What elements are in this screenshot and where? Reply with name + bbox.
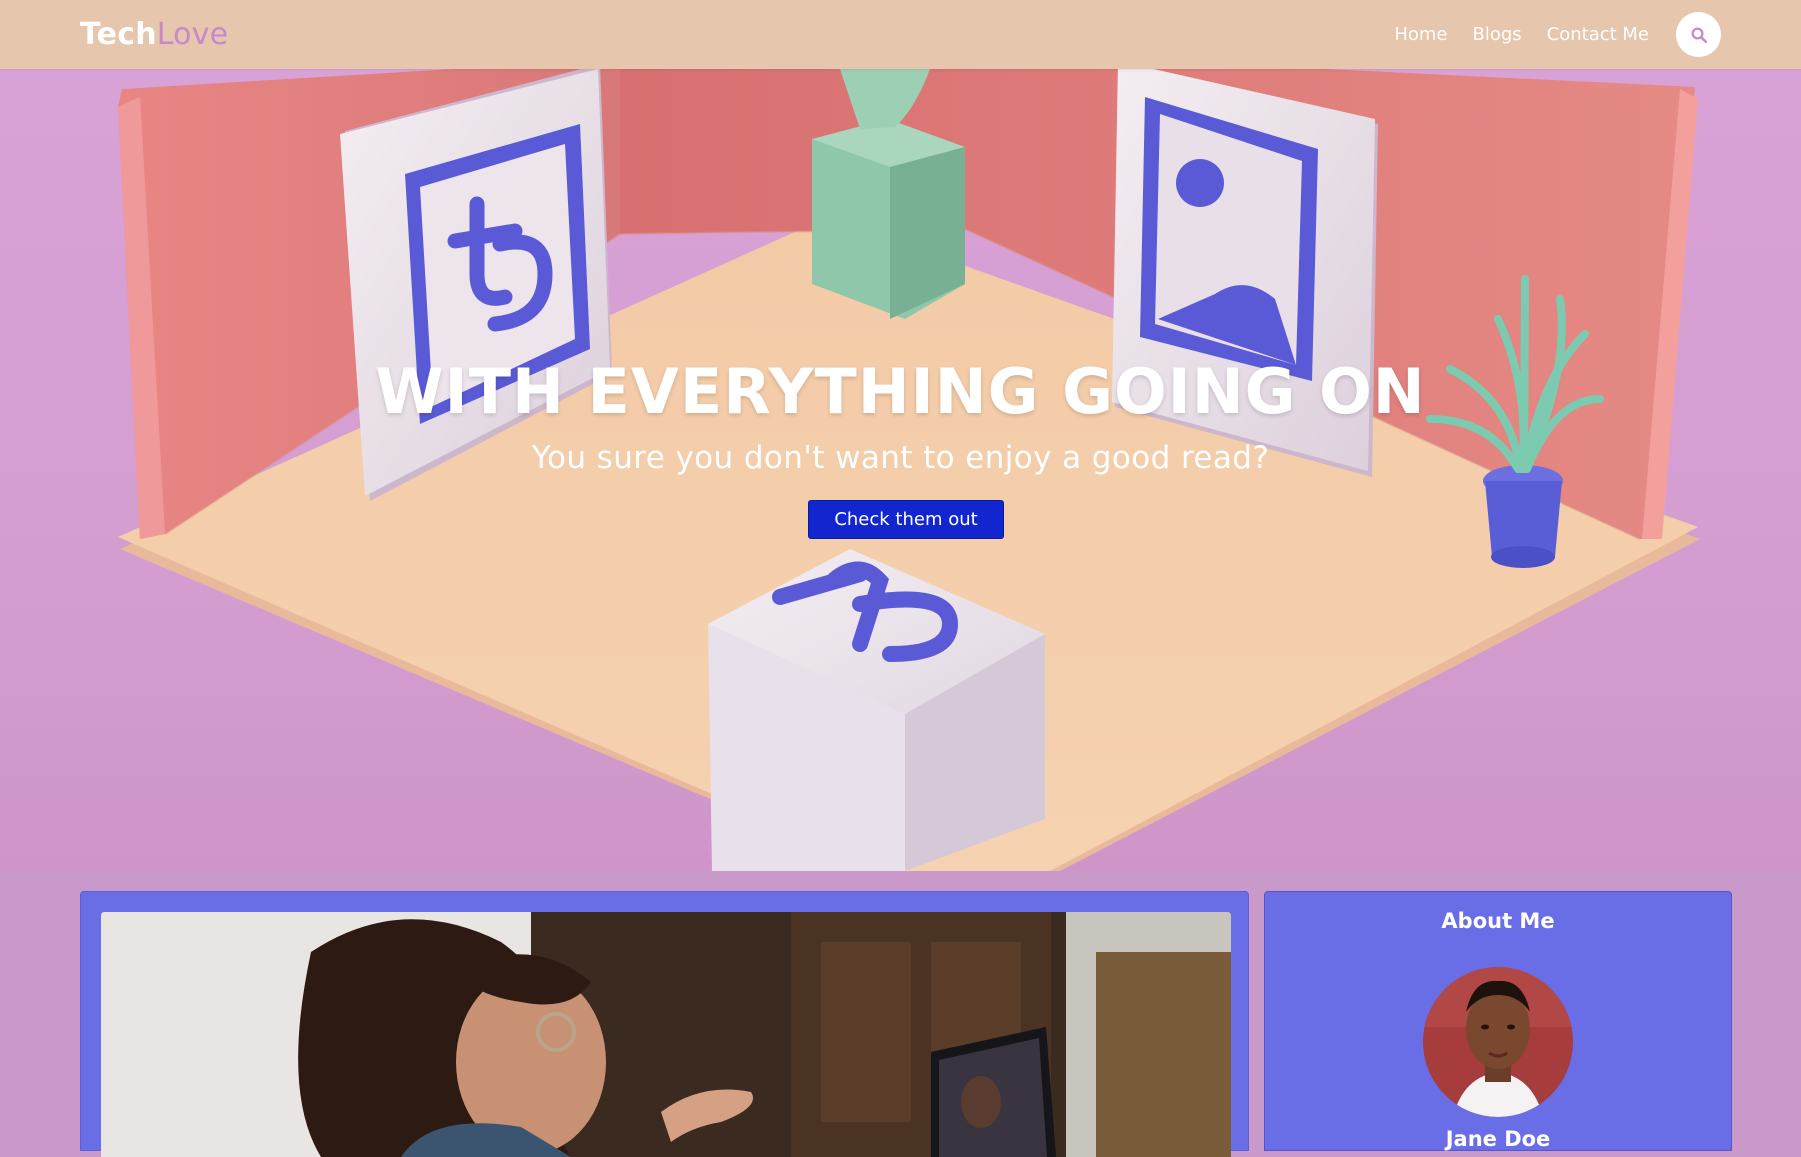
brand-part-tech: Tech (80, 17, 157, 52)
featured-post-photo (101, 912, 1231, 1157)
about-title: About Me (1441, 909, 1555, 933)
check-them-out-button[interactable]: Check them out (808, 500, 1004, 539)
hero-banner: WITH EVERYTHING GOING ON You sure you do… (0, 69, 1801, 871)
about-name: Jane Doe (1445, 1127, 1551, 1151)
search-button[interactable] (1676, 12, 1721, 57)
nav-links: Home Blogs Contact Me (1369, 12, 1721, 57)
featured-post-image[interactable] (101, 912, 1231, 1157)
avatar-photo (1423, 967, 1573, 1117)
avatar (1423, 967, 1573, 1117)
hero-content: WITH EVERYTHING GOING ON You sure you do… (0, 69, 1801, 871)
main-content: About Me Jane Doe (0, 871, 1801, 1157)
navbar: TechLove Home Blogs Contact Me (0, 0, 1801, 69)
featured-post-card[interactable] (80, 891, 1249, 1157)
brand-logo[interactable]: TechLove (80, 17, 228, 52)
brand-part-love: Love (156, 17, 229, 52)
nav-link-contact[interactable]: Contact Me (1547, 24, 1649, 45)
search-icon (1691, 27, 1707, 43)
hero-subtitle: You sure you don't want to enjoy a good … (531, 440, 1270, 476)
nav-link-home[interactable]: Home (1394, 24, 1447, 45)
hero-title: WITH EVERYTHING GOING ON (375, 355, 1426, 428)
nav-link-blogs[interactable]: Blogs (1472, 24, 1521, 45)
about-me-card: About Me Jane Doe (1264, 891, 1732, 1151)
